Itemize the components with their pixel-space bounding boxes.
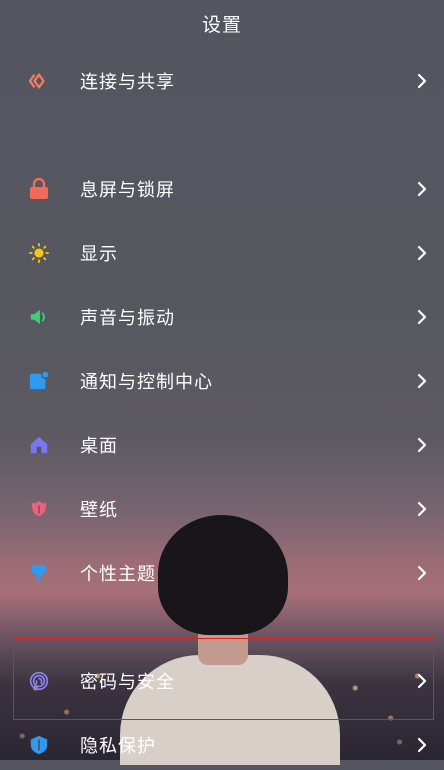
chevron-right-icon: [415, 435, 429, 455]
speaker-icon: [29, 307, 49, 327]
settings-item-label: 个性主题: [80, 564, 156, 585]
privacy-shield-icon: [29, 735, 49, 755]
settings-item-privacy[interactable]: 隐私保护: [0, 720, 444, 770]
settings-item-label: 桌面: [80, 436, 118, 457]
chevron-right-icon: [415, 499, 429, 519]
chevron-right-icon: [415, 71, 429, 91]
home-icon: [29, 435, 49, 455]
page-title: 设置: [201, 14, 242, 36]
highlight-box: [13, 638, 434, 720]
notification-icon: [29, 370, 49, 391]
brush-icon: [29, 563, 49, 583]
settings-item-label: 隐私保护: [80, 736, 156, 757]
settings-item-label: 声音与振动: [80, 308, 175, 329]
settings-item-sound-vibration[interactable]: 声音与振动: [0, 292, 444, 342]
settings-item-wallpaper[interactable]: 壁纸: [0, 484, 444, 534]
chevron-right-icon: [415, 307, 429, 327]
settings-item-lock-screen[interactable]: 息屏与锁屏: [0, 164, 444, 214]
settings-item-label: 壁纸: [80, 500, 118, 521]
chevron-right-icon: [415, 371, 429, 391]
settings-item-connection-share[interactable]: 连接与共享: [0, 56, 444, 106]
chevron-right-icon: [415, 735, 429, 755]
settings-item-notification-control[interactable]: 通知与控制中心: [0, 356, 444, 406]
settings-item-display[interactable]: 显示: [0, 228, 444, 278]
settings-item-label: 通知与控制中心: [80, 372, 213, 393]
lock-icon: [29, 178, 49, 199]
sun-icon: [29, 243, 49, 263]
settings-item-label: 息屏与锁屏: [80, 180, 175, 201]
settings-item-label: 显示: [80, 244, 118, 265]
chevron-right-icon: [415, 243, 429, 263]
connection-share-icon: [29, 71, 49, 91]
chevron-right-icon: [415, 563, 429, 583]
settings-item-desktop[interactable]: 桌面: [0, 420, 444, 470]
chevron-right-icon: [415, 179, 429, 199]
settings-item-label: 连接与共享: [80, 72, 175, 93]
tulip-icon: [29, 499, 49, 519]
settings-item-themes[interactable]: 个性主题: [0, 548, 444, 598]
